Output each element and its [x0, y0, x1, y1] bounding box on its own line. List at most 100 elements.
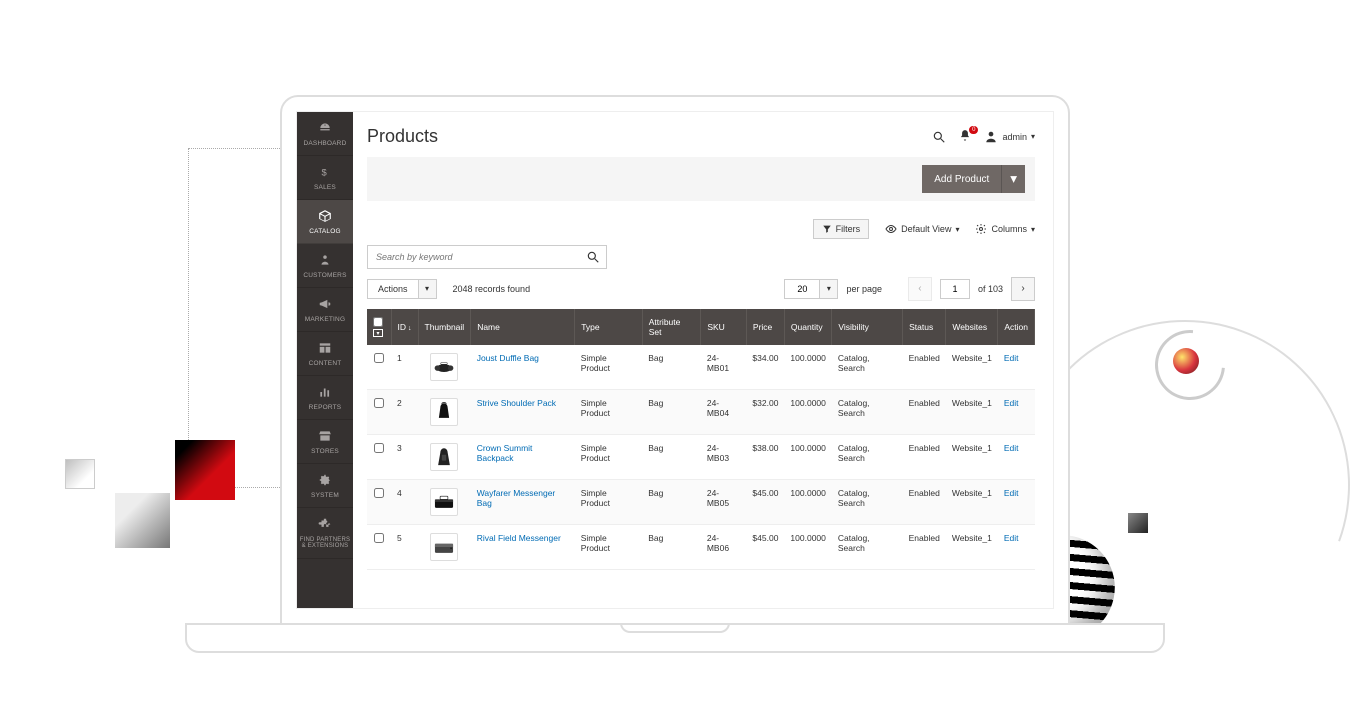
product-thumbnail	[430, 353, 458, 381]
sidebar-item-marketing[interactable]: MARKETING	[297, 288, 353, 332]
mass-actions-select[interactable]: Actions ▾	[367, 279, 437, 299]
cell-sku: 24-MB03	[701, 435, 747, 480]
next-page-button[interactable]: ›	[1011, 277, 1035, 301]
edit-link[interactable]: Edit	[1004, 443, 1019, 453]
cell-websites: Website_1	[946, 435, 998, 480]
sidebar-item-content[interactable]: CONTENT	[297, 332, 353, 376]
cell-name[interactable]: Rival Field Messenger	[471, 525, 575, 570]
cell-thumbnail	[418, 345, 471, 390]
table-row[interactable]: 3Crown Summit BackpackSimple ProductBag2…	[367, 435, 1035, 480]
sidebar-item-stores[interactable]: STORES	[297, 420, 353, 464]
columns-dropdown[interactable]: Columns ▾	[975, 223, 1035, 235]
cell-attribute-set: Bag	[642, 435, 701, 480]
cell-name[interactable]: Joust Duffle Bag	[471, 345, 575, 390]
megaphone-icon	[299, 297, 351, 313]
products-grid: ▾ ID↓ Thumbnail Name Type Attribute Set …	[367, 309, 1035, 570]
main-panel: Products 0 admin ▾ Add Product	[353, 112, 1053, 608]
per-page-label: per page	[846, 284, 882, 294]
cell-name[interactable]: Strive Shoulder Pack	[471, 390, 575, 435]
prev-page-button[interactable]: ‹	[908, 277, 932, 301]
edit-link[interactable]: Edit	[1004, 353, 1019, 363]
cell-name[interactable]: Wayfarer Messenger Bag	[471, 480, 575, 525]
cell-thumbnail	[418, 435, 471, 480]
user-menu[interactable]: admin ▾	[984, 130, 1035, 144]
deco-square-outline	[65, 459, 95, 489]
cell-id: 2	[391, 390, 418, 435]
cell-thumbnail	[418, 480, 471, 525]
filters-button[interactable]: Filters	[813, 219, 870, 239]
col-quantity[interactable]: Quantity	[784, 309, 831, 345]
table-row[interactable]: 2Strive Shoulder PackSimple ProductBag24…	[367, 390, 1035, 435]
col-attribute-set[interactable]: Attribute Set	[642, 309, 701, 345]
records-found-label: 2048 records found	[453, 284, 531, 294]
col-websites[interactable]: Websites	[946, 309, 998, 345]
gear-icon	[975, 223, 987, 235]
row-checkbox[interactable]	[374, 488, 384, 498]
add-product-dropdown-toggle[interactable]: ▾	[1001, 165, 1025, 193]
cell-price: $45.00	[746, 525, 784, 570]
search-icon[interactable]	[932, 130, 946, 144]
edit-link[interactable]: Edit	[1004, 533, 1019, 543]
row-checkbox[interactable]	[374, 533, 384, 543]
edit-link[interactable]: Edit	[1004, 398, 1019, 408]
search-input[interactable]	[368, 246, 606, 268]
grid-toolbar: Filters Default View ▾ Columns ▾	[367, 219, 1035, 239]
default-view-dropdown[interactable]: Default View ▾	[885, 223, 959, 235]
columns-label: Columns	[991, 224, 1027, 234]
edit-link[interactable]: Edit	[1004, 488, 1019, 498]
row-checkbox[interactable]	[374, 353, 384, 363]
row-checkbox[interactable]	[374, 443, 384, 453]
cell-price: $32.00	[746, 390, 784, 435]
row-checkbox[interactable]	[374, 398, 384, 408]
sidebar-item-dashboard[interactable]: DASHBOARD	[297, 112, 353, 156]
cell-action: Edit	[998, 525, 1035, 570]
cell-price: $38.00	[746, 435, 784, 480]
sidebar-item-customers[interactable]: CUSTOMERS	[297, 244, 353, 288]
table-row[interactable]: 5Rival Field MessengerSimple ProductBag2…	[367, 525, 1035, 570]
sidebar-item-label: SYSTEM	[311, 492, 339, 499]
col-price[interactable]: Price	[746, 309, 784, 345]
cell-name[interactable]: Crown Summit Backpack	[471, 435, 575, 480]
search-row	[367, 245, 1035, 269]
add-product-button[interactable]: Add Product	[922, 165, 1001, 193]
funnel-icon	[822, 224, 832, 234]
sidebar-item-reports[interactable]: REPORTS	[297, 376, 353, 420]
col-thumbnail[interactable]: Thumbnail	[418, 309, 471, 345]
current-page-input[interactable]	[940, 279, 970, 299]
cell-price: $45.00	[746, 480, 784, 525]
cell-sku: 24-MB06	[701, 525, 747, 570]
sidebar-item-partners[interactable]: FIND PARTNERS & EXTENSIONS	[297, 508, 353, 559]
per-page-value[interactable]	[785, 280, 819, 298]
cell-quantity: 100.0000	[784, 390, 831, 435]
col-action[interactable]: Action	[998, 309, 1035, 345]
cell-visibility: Catalog, Search	[832, 480, 903, 525]
col-name[interactable]: Name	[471, 309, 575, 345]
cell-attribute-set: Bag	[642, 345, 701, 390]
select-all-checkbox[interactable]	[373, 317, 383, 327]
table-row[interactable]: 4Wayfarer Messenger BagSimple ProductBag…	[367, 480, 1035, 525]
col-type[interactable]: Type	[575, 309, 643, 345]
col-visibility[interactable]: Visibility	[832, 309, 903, 345]
cell-id: 5	[391, 525, 418, 570]
cell-websites: Website_1	[946, 345, 998, 390]
sidebar-item-label: SALES	[314, 184, 336, 191]
table-row[interactable]: 1Joust Duffle BagSimple ProductBag24-MB0…	[367, 345, 1035, 390]
notifications-button[interactable]: 0	[958, 129, 972, 145]
sidebar-item-sales[interactable]: $ SALES	[297, 156, 353, 200]
default-view-label: Default View	[901, 224, 951, 234]
cell-quantity: 100.0000	[784, 480, 831, 525]
sidebar-item-system[interactable]: SYSTEM	[297, 464, 353, 508]
col-id[interactable]: ID↓	[391, 309, 418, 345]
product-thumbnail	[430, 488, 458, 516]
laptop-base	[185, 623, 1165, 653]
per-page-select[interactable]: ▾	[784, 279, 838, 299]
cell-sku: 24-MB01	[701, 345, 747, 390]
col-sku[interactable]: SKU	[701, 309, 747, 345]
col-select-all[interactable]: ▾	[367, 309, 391, 345]
col-status[interactable]: Status	[903, 309, 946, 345]
search-icon[interactable]	[586, 250, 600, 266]
sidebar-item-label: STORES	[311, 448, 339, 455]
sidebar-item-catalog[interactable]: CATALOG	[297, 200, 353, 244]
admin-sidebar: DASHBOARD $ SALES CATALOG CUSTOMERS MARK…	[297, 112, 353, 608]
select-all-dropdown[interactable]: ▾	[373, 329, 383, 337]
